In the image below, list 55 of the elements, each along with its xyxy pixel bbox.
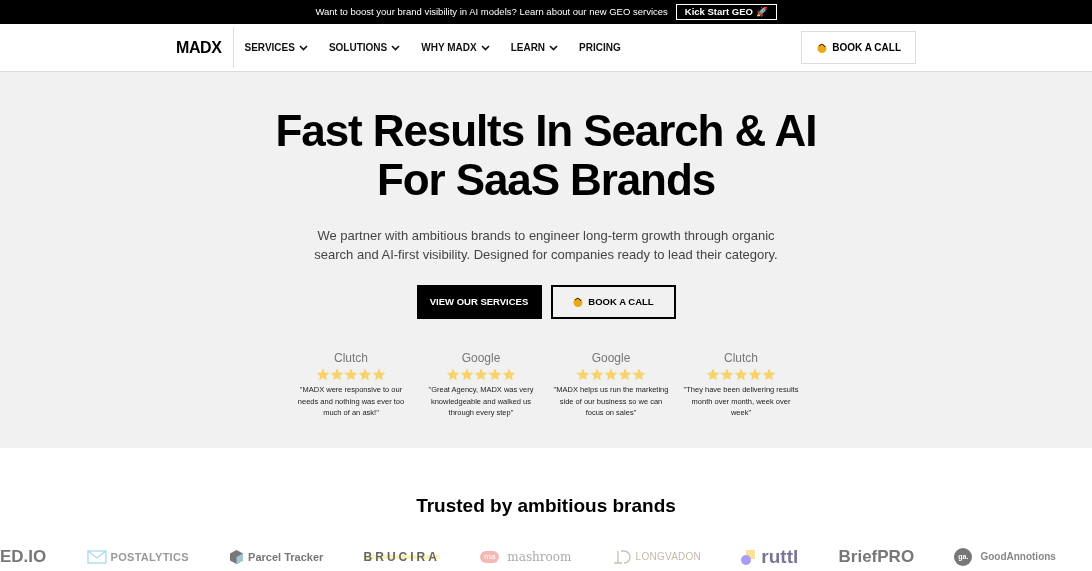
nav-link[interactable]: PRICING (579, 40, 621, 56)
review-source: Google (461, 350, 501, 368)
star-icon (488, 368, 502, 382)
nav-link[interactable]: WHY MADX (421, 40, 490, 56)
star-icon (734, 368, 748, 382)
star-icon (372, 368, 386, 382)
star-icon (474, 368, 488, 382)
star-icon (706, 368, 720, 382)
review-source: Clutch (334, 350, 368, 368)
monogram-icon (611, 548, 632, 565)
box-icon (229, 548, 245, 565)
brand-logo: mashroom (507, 548, 572, 566)
services-button[interactable]: VIEW OUR SERVICES (416, 285, 542, 320)
book-call-button[interactable]: BOOK A CALL (550, 285, 676, 320)
book-call-button[interactable]: BOOK A CALL (801, 31, 916, 65)
star-icon (446, 368, 460, 382)
star-icon (576, 368, 590, 382)
logo[interactable]: MADX (176, 35, 233, 60)
star-icon (748, 368, 762, 382)
hero-title: Fast Results In Search & AI For SaaS Brands (275, 106, 817, 205)
review-source: Clutch (724, 350, 758, 368)
chevron-down-icon (549, 44, 559, 51)
star-icon (632, 368, 646, 382)
chevron-down-icon (480, 44, 490, 51)
nav-link[interactable]: LEARN (510, 40, 559, 56)
nav-link[interactable]: SERVICES (244, 40, 308, 56)
chevron-down-icon (391, 44, 401, 51)
brand-logo: Parcel Tracker (248, 549, 324, 565)
star-icon (344, 368, 358, 382)
envelope-icon (86, 549, 107, 564)
star-icon (720, 368, 734, 382)
review-source: Google (591, 350, 631, 368)
star-icon (590, 368, 604, 382)
star-icon (316, 368, 330, 382)
star-icon (502, 368, 516, 382)
announcement-text: Want to boost your brand visibility in AI models? Learn about our new GEO services (315, 4, 668, 19)
brand-logo: GoodAnnotions (980, 550, 1056, 565)
logo-badge: ma (480, 550, 500, 563)
star-icon (618, 368, 632, 382)
star-icon (330, 368, 344, 382)
chevron-down-icon (298, 44, 308, 51)
kick-start-button[interactable]: Kick Start GEO 🚀 (675, 3, 777, 20)
hero-subtitle: We partner with ambitious brands to engineer long-term growth through organic search and AI-first visibility. Designed for companies ready to lead their category. (313, 227, 779, 265)
star-icon (604, 368, 618, 382)
star-icon (358, 368, 372, 382)
shapes-icon (741, 548, 758, 565)
star-icon (460, 368, 474, 382)
trusted-title: Trusted by ambitious brands (416, 494, 676, 518)
brand-logo: ruttl (761, 544, 799, 569)
brand-logo: ED.IO (0, 546, 47, 568)
nav-link[interactable]: SOLUTIONS (328, 40, 401, 56)
brand-logo: BriefPRO (838, 546, 915, 568)
brand-logo: POSTALYTICS (110, 549, 189, 565)
brand-logo: LONGVADON (635, 550, 702, 565)
star-icon (762, 368, 776, 382)
